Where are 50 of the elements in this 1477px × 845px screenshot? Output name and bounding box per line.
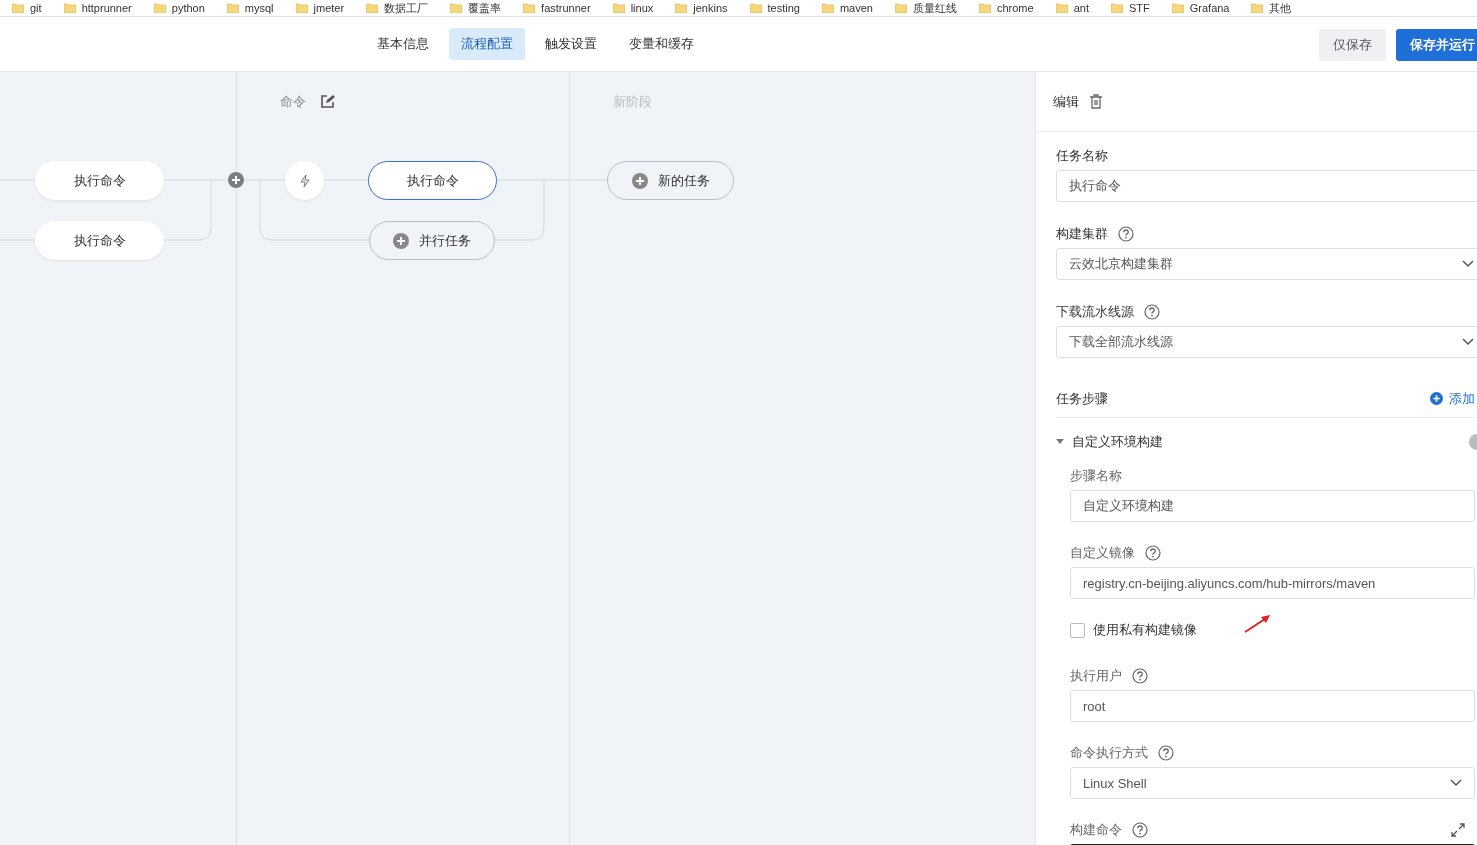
- stage-title: 命令: [280, 93, 306, 111]
- text-field[interactable]: registry.cn-beijing.aliyuncs.com/hub-mirrors/maven: [1070, 567, 1475, 599]
- bookmark[interactable]: jenkins: [675, 2, 728, 14]
- step-title: 自定义环境构建: [1072, 433, 1163, 451]
- text-field[interactable]: 自定义环境构建: [1070, 490, 1475, 522]
- task-node[interactable]: 执行命令: [35, 161, 164, 200]
- field-label: 任务名称: [1056, 147, 1108, 165]
- panel-title: 编辑: [1053, 92, 1079, 111]
- bookmark[interactable]: 质量红线: [894, 2, 957, 14]
- tab[interactable]: 流程配置: [449, 28, 525, 60]
- select-field[interactable]: Linux Shell: [1070, 767, 1475, 799]
- field-label: 步骤名称: [1070, 467, 1122, 485]
- add-task-button[interactable]: 并行任务: [369, 221, 495, 260]
- save-run-button[interactable]: 保存并运行: [1396, 29, 1477, 61]
- bookmark[interactable]: Grafana: [1171, 2, 1230, 14]
- field-label: 命令执行方式: [1070, 744, 1148, 762]
- tab[interactable]: 变量和缓存: [617, 28, 706, 60]
- task-node[interactable]: 执行命令: [35, 221, 164, 260]
- task-node[interactable]: 执行命令: [368, 161, 497, 200]
- bookmark[interactable]: testing: [749, 2, 800, 14]
- select-field[interactable]: 下载全部流水线源: [1056, 326, 1477, 358]
- bookmark[interactable]: mysql: [226, 2, 274, 14]
- save-button[interactable]: 仅保存: [1319, 29, 1386, 61]
- tab[interactable]: 基本信息: [365, 28, 441, 60]
- text-field[interactable]: root: [1070, 690, 1475, 722]
- bookmark[interactable]: httprunner: [63, 2, 132, 14]
- bookmark[interactable]: python: [153, 2, 205, 14]
- field-label: 构建集群: [1056, 225, 1108, 243]
- bookmark[interactable]: 数据工厂: [366, 2, 429, 14]
- bookmark[interactable]: chrome: [978, 2, 1034, 14]
- add-task-button[interactable]: 新的任务: [607, 161, 734, 200]
- bookmark[interactable]: ant: [1055, 2, 1089, 14]
- text-field[interactable]: 执行命令: [1056, 170, 1477, 202]
- bookmark[interactable]: maven: [821, 2, 873, 14]
- bookmark[interactable]: fastrunner: [523, 2, 591, 14]
- bookmark[interactable]: 其他: [1251, 2, 1292, 14]
- select-field[interactable]: 云效北京构建集群: [1056, 248, 1477, 280]
- bookmark[interactable]: 覆盖率: [450, 2, 502, 14]
- bookmark[interactable]: STF: [1110, 2, 1150, 14]
- field-label: 自定义镜像: [1070, 544, 1135, 562]
- field-label: 下载流水线源: [1056, 303, 1134, 321]
- bookmark[interactable]: linux: [612, 2, 654, 14]
- bookmark[interactable]: jmeter: [295, 2, 345, 14]
- add-step-link[interactable]: 添加: [1430, 389, 1475, 408]
- bookmark[interactable]: git: [12, 2, 42, 14]
- section-title: 任务步骤: [1056, 389, 1108, 408]
- field-label: 执行用户: [1070, 667, 1122, 685]
- checkbox-label: 使用私有构建镜像: [1093, 621, 1197, 639]
- tab[interactable]: 触发设置: [533, 28, 609, 60]
- field-label: 构建命令: [1070, 821, 1122, 839]
